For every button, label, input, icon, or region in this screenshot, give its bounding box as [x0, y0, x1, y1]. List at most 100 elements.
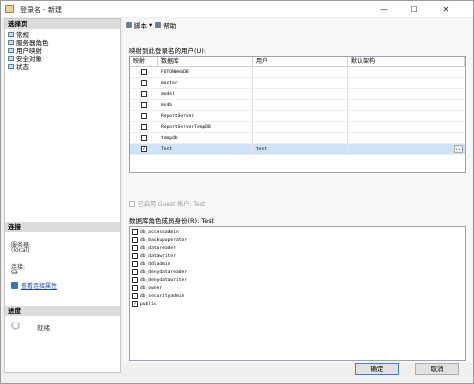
page-icon: [8, 47, 14, 53]
schema-cell[interactable]: ...: [348, 144, 465, 155]
page-icon: [8, 55, 14, 61]
role-checkbox[interactable]: [132, 229, 138, 235]
list-item[interactable]: db_accessadmin: [132, 229, 179, 235]
help-icon: [155, 22, 162, 28]
maximize-button[interactable]: ☐: [401, 1, 427, 17]
list-item[interactable]: db_ddladmin: [132, 261, 170, 267]
database-cell: ReportServer: [158, 110, 253, 122]
user-cell[interactable]: [253, 99, 348, 111]
user-cell[interactable]: [253, 88, 348, 100]
user-mapping-grid: 映射 数据库 用户 默认架构 FOTONWebDB master model m…: [129, 56, 466, 173]
role-checkbox-checked[interactable]: ✓: [132, 301, 138, 307]
table-row[interactable]: msdb: [130, 99, 465, 111]
script-label: 脚本: [134, 22, 147, 30]
view-connection-properties-link[interactable]: 查看连接属性: [11, 281, 57, 290]
list-item[interactable]: db_owner: [132, 285, 162, 291]
role-checkbox[interactable]: [132, 285, 138, 291]
chevron-down-icon: ▾: [149, 21, 153, 29]
user-cell[interactable]: [253, 110, 348, 122]
left-pane: 选择页 常规 服务器角色 用户映射 安全对象 状态 连接 服务器: (local…: [4, 18, 121, 373]
title-bar: 登录名 - 新建 — ☐ ✕: [1, 1, 473, 17]
role-checkbox[interactable]: [132, 269, 138, 275]
user-cell[interactable]: [253, 66, 348, 78]
help-label: 帮助: [163, 22, 177, 30]
page-item-label: 状态: [16, 63, 29, 71]
role-checkbox[interactable]: [132, 253, 138, 259]
role-name: db_backupoperator: [140, 237, 188, 243]
cancel-button[interactable]: 取消: [415, 363, 459, 375]
script-button[interactable]: 脚本 ▾: [126, 20, 152, 30]
table-row[interactable]: ReportServer: [130, 110, 465, 122]
map-checkbox[interactable]: [141, 69, 147, 75]
ellipsis-button[interactable]: ...: [454, 144, 464, 153]
page-icon: [8, 63, 14, 69]
page-icon: [8, 39, 14, 45]
list-item[interactable]: db_securityadmin: [132, 293, 184, 299]
role-checkbox[interactable]: [132, 277, 138, 283]
column-header-user: 用户: [253, 57, 348, 66]
help-button[interactable]: 帮助: [155, 20, 176, 30]
database-cell: master: [158, 77, 253, 89]
close-button[interactable]: ✕: [433, 1, 459, 17]
user-cell[interactable]: [253, 121, 348, 133]
minimize-button[interactable]: —: [371, 1, 397, 17]
role-name: db_securityadmin: [140, 293, 185, 299]
role-membership-list: db_accessadmin db_backupoperator db_data…: [129, 226, 466, 361]
database-cell: model: [158, 88, 253, 100]
app-icon: [5, 5, 14, 13]
database-cell: ReportServerTempDB: [158, 121, 253, 133]
role-checkbox[interactable]: [132, 261, 138, 267]
role-checkbox[interactable]: [132, 245, 138, 251]
user-cell[interactable]: [253, 132, 348, 144]
progress-status: 就绪: [37, 324, 50, 332]
window-title: 登录名 - 新建: [20, 6, 62, 14]
role-name: db_denydatareader: [140, 269, 188, 275]
list-item[interactable]: db_datareader: [132, 245, 176, 251]
map-checkbox[interactable]: ✓: [141, 146, 147, 152]
database-cell: FOTONWebDB: [158, 66, 253, 78]
guest-checkbox: [129, 200, 135, 207]
user-cell[interactable]: test: [253, 143, 348, 155]
list-item[interactable]: db_denydatareader: [132, 269, 187, 275]
map-checkbox[interactable]: [141, 102, 147, 108]
ok-button[interactable]: 确定: [355, 363, 399, 375]
role-name: public: [140, 301, 157, 307]
roles-label: 数据库角色成员身份(R): Test: [129, 217, 215, 225]
view-connection-label: 查看连接属性: [21, 283, 58, 290]
page-icon: [8, 31, 14, 37]
list-item[interactable]: db_denydatawriter: [132, 277, 187, 283]
toolbar: 脚本 ▾ 帮助: [123, 18, 472, 32]
table-row[interactable]: master: [130, 77, 465, 89]
users-mapped-label: 映射到此登录名的用户(U):: [129, 47, 207, 55]
map-checkbox[interactable]: [141, 124, 147, 130]
database-cell: Test: [158, 143, 253, 155]
table-row[interactable]: model: [130, 88, 465, 100]
role-name: db_datareader: [140, 245, 176, 251]
table-row[interactable]: FOTONWebDB: [130, 66, 465, 78]
list-item[interactable]: ✓ public: [132, 301, 157, 307]
list-item[interactable]: db_datawriter: [132, 253, 176, 259]
connection-header: 连接: [5, 222, 120, 232]
table-row[interactable]: ReportServerTempDB: [130, 121, 465, 133]
script-icon: [126, 22, 132, 28]
list-item[interactable]: db_backupoperator: [132, 237, 187, 243]
database-cell: tempdb: [158, 132, 253, 144]
role-checkbox[interactable]: [132, 237, 138, 243]
table-row-selected[interactable]: ✓ Test test...: [130, 143, 465, 155]
progress-spinner-icon: [11, 321, 20, 330]
map-checkbox[interactable]: [141, 91, 147, 97]
role-name: db_denydatawriter: [140, 277, 188, 283]
role-checkbox[interactable]: [132, 293, 138, 299]
login-new-dialog: 登录名 - 新建 — ☐ ✕ 选择页 常规 服务器角色 用户映射 安全对象 状态…: [0, 0, 474, 384]
server-value: (local): [11, 247, 30, 254]
map-checkbox[interactable]: [141, 80, 147, 86]
column-header-default-schema: 默认架构: [348, 57, 465, 66]
connection-user-value: sa: [11, 269, 18, 276]
connection-properties-icon: [11, 282, 18, 289]
table-row[interactable]: tempdb: [130, 132, 465, 144]
page-item-status[interactable]: 状态: [8, 62, 29, 71]
user-cell[interactable]: [253, 77, 348, 89]
right-pane: 脚本 ▾ 帮助 映射到此登录名的用户(U): 映射 数据库 用户 默认架构 FOT…: [123, 18, 472, 363]
map-checkbox[interactable]: [141, 113, 147, 119]
map-checkbox[interactable]: [141, 135, 147, 141]
